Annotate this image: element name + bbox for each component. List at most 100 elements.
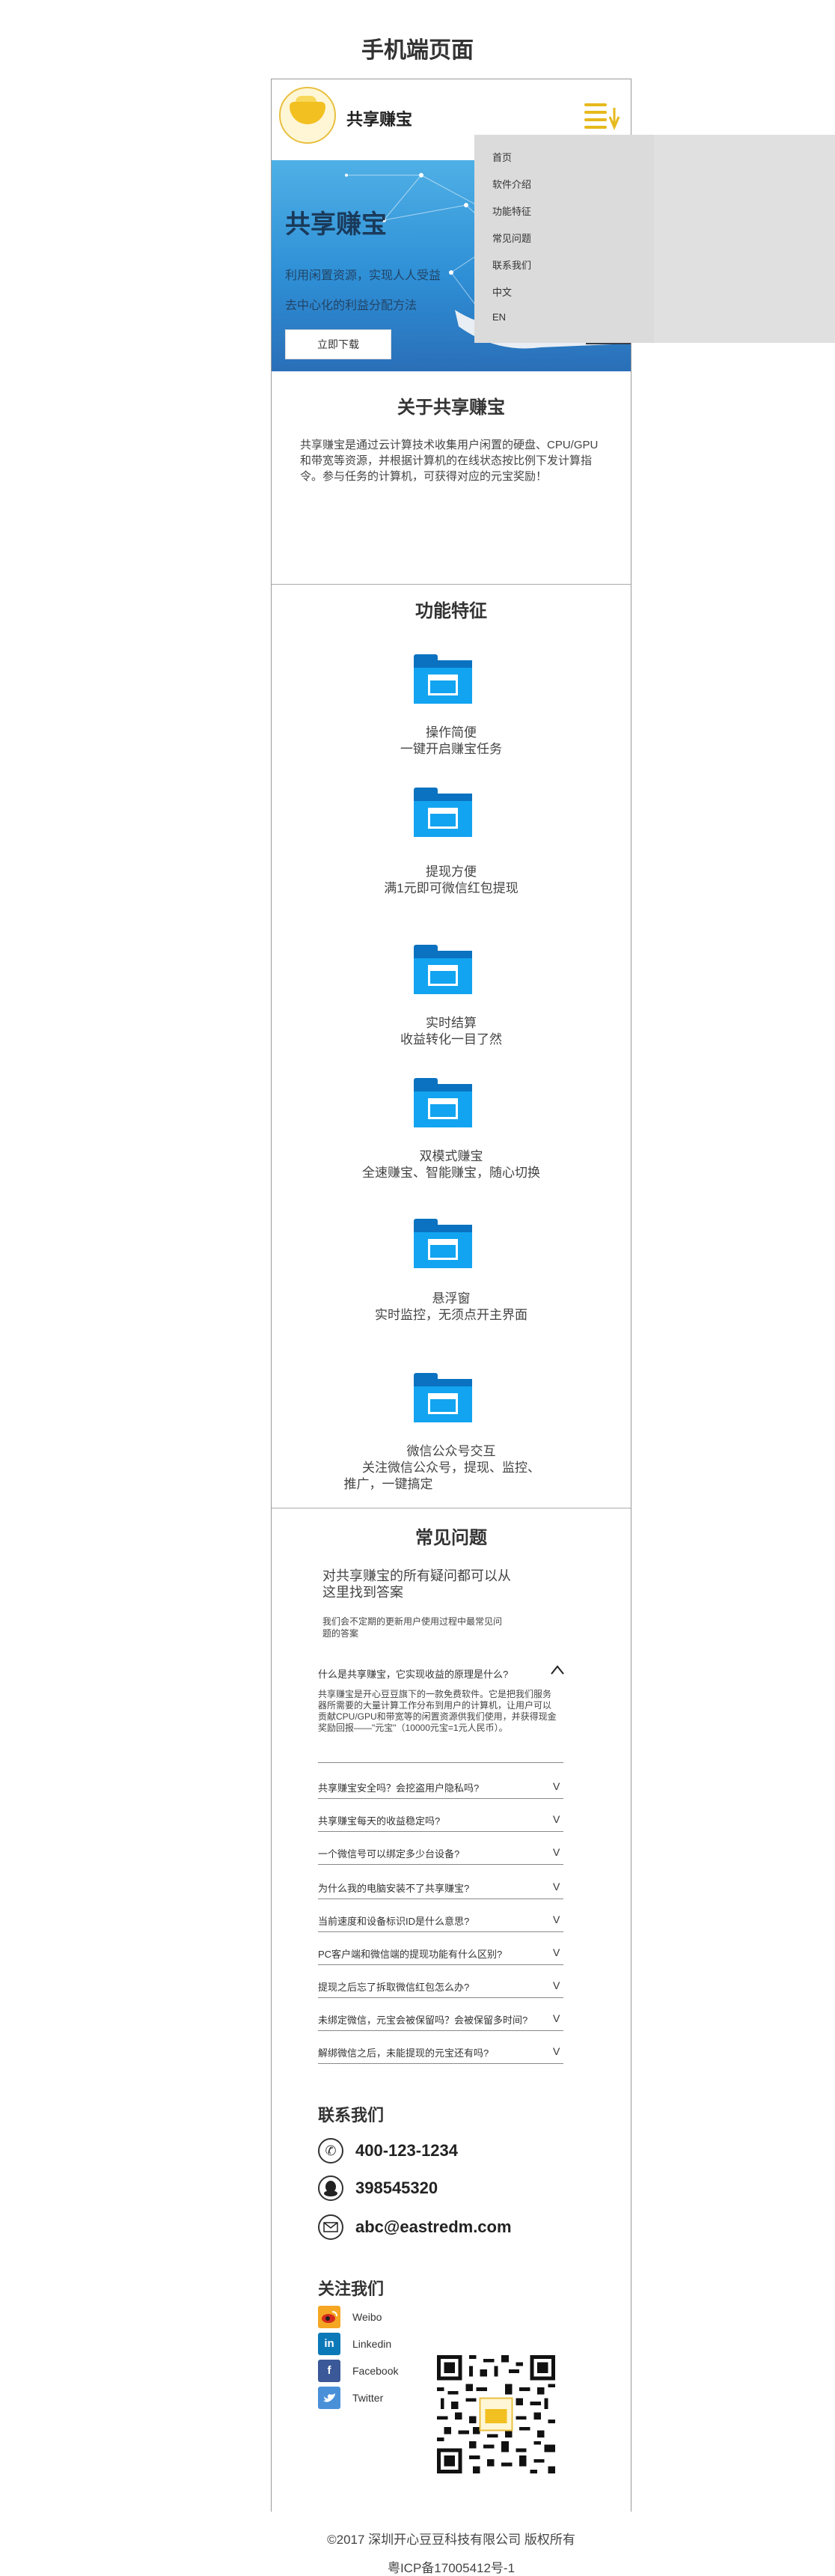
faq-question[interactable]: 共享赚宝安全吗？会挖盗用户隐私吗? — [318, 1780, 562, 1794]
folder-icon — [414, 1219, 472, 1268]
footer-icp[interactable]: 粤ICP备17005412号-1 — [272, 2557, 631, 2576]
page-title: 手机端页面 — [361, 37, 474, 64]
faq-title: 常见问题 — [415, 1527, 487, 1548]
nav-item-english[interactable]: EN — [492, 311, 506, 323]
features-title: 功能特征 — [415, 600, 487, 621]
chevron-down-icon[interactable]: V — [553, 1881, 560, 1893]
nav-item-home[interactable]: 首页 — [492, 150, 512, 164]
feature-name: 双模式赚宝 — [419, 1149, 483, 1163]
faq-question[interactable]: 提现之后忘了拆取微信红包怎么办? — [318, 1979, 562, 1994]
faq-question[interactable]: PC客户端和微信端的提现功能有什么区别? — [318, 1946, 562, 1961]
nav-dropdown-panel: 首页 软件介绍 功能特征 常见问题 联系我们 中文 EN — [474, 135, 654, 343]
chevron-down-icon[interactable]: V — [553, 1846, 560, 1858]
weibo-icon[interactable] — [318, 2306, 340, 2328]
feature-name: 提现方便 — [426, 865, 477, 879]
nav-item-intro[interactable]: 软件介绍 — [492, 177, 531, 191]
menu-icon[interactable] — [584, 103, 620, 130]
feature-desc: 推广，一键搞定 — [343, 1477, 433, 1491]
chevron-down-icon[interactable]: V — [553, 1913, 560, 1925]
faq-intro-small: 我们会不定期的更新用户使用过程中最常见问题的答案 — [322, 1616, 503, 1639]
faq-divider — [318, 1931, 563, 1932]
email-icon — [318, 2214, 343, 2240]
feature-name: 操作简便 — [426, 725, 477, 740]
faq-divider — [318, 1798, 563, 1799]
twitter-icon[interactable] — [318, 2387, 340, 2409]
feature-name: 微信公众号交互 — [406, 1444, 496, 1458]
qq-icon — [318, 2175, 343, 2201]
faq-divider — [318, 1964, 563, 1965]
faq-divider — [318, 2030, 563, 2031]
chevron-down-icon — [608, 108, 620, 130]
logo[interactable] — [279, 87, 336, 144]
contact-qq[interactable]: 398545320 — [355, 2178, 438, 2198]
feature-desc: 全速赚宝、智能赚宝，随心切换 — [362, 1166, 540, 1180]
faq-answer: 共享赚宝是开心豆豆旗下的一款免费软件。它是把我们服务器所需要的大量计算工作分布到… — [318, 1689, 557, 1733]
faq-question[interactable]: 一个微信号可以绑定多少台设备? — [318, 1846, 562, 1860]
faq-divider — [318, 1864, 563, 1865]
faq-question[interactable]: 共享赚宝每天的收益稳定吗? — [318, 1813, 562, 1827]
faq-divider — [318, 1997, 563, 1998]
faq-divider — [318, 1831, 563, 1832]
social-weibo[interactable]: Weibo — [352, 2311, 382, 2323]
brand-name: 共享赚宝 — [346, 111, 413, 130]
hero-subtitle: 去中心化的利益分配方法 — [285, 299, 418, 312]
facebook-icon[interactable]: f — [318, 2360, 340, 2382]
hero-subtitle: 利用闲置资源，实现人人受益 — [285, 270, 441, 282]
footer-copyright: ©2017 深圳开心豆豆科技有限公司 版权所有 — [327, 2533, 575, 2547]
nav-item-features[interactable]: 功能特征 — [492, 204, 531, 218]
chevron-down-icon[interactable]: V — [553, 2045, 560, 2057]
feature-name: 悬浮窗 — [432, 1291, 471, 1306]
feature-desc: 收益转化一目了然 — [400, 1032, 502, 1047]
chevron-down-icon[interactable]: V — [553, 1813, 560, 1825]
feature-desc: 一键开启赚宝任务 — [400, 742, 502, 756]
faq-question[interactable]: 解绑微信之后，未能提现的元宝还有吗? — [318, 2045, 562, 2059]
menu-bar — [584, 103, 607, 106]
faq-intro: 对共享赚宝的所有疑问都可以从这里找到答案 — [322, 1568, 511, 1600]
download-button[interactable]: 立即下载 — [285, 329, 391, 359]
about-text: 共享赚宝是通过云计算技术收集用户闲置的硬盘、CPU/GPU和带宽等资源，并根据计… — [300, 439, 599, 483]
menu-bar — [584, 111, 607, 114]
feature-desc: 关注微信公众号，提现、监控、 — [362, 1461, 540, 1475]
social-linkedin[interactable]: Linkedin — [352, 2338, 391, 2350]
social-facebook[interactable]: Facebook — [352, 2365, 398, 2377]
faq-question[interactable]: 当前速度和设备标识ID是什么意思? — [318, 1913, 562, 1928]
follow-title: 关注我们 — [318, 2280, 385, 2299]
chevron-down-icon[interactable]: V — [553, 1780, 560, 1792]
chevron-up-icon[interactable] — [550, 1664, 565, 1676]
logo-hat — [290, 102, 325, 124]
chevron-down-icon[interactable]: V — [553, 1979, 560, 1991]
about-title: 关于共享赚宝 — [397, 397, 505, 418]
folder-icon — [414, 1078, 472, 1127]
qr-code — [437, 2355, 555, 2473]
nav-item-contact[interactable]: 联系我们 — [492, 258, 531, 272]
chevron-down-icon[interactable]: V — [553, 2012, 560, 2024]
social-twitter[interactable]: Twitter — [352, 2392, 383, 2404]
feature-name: 实时结算 — [426, 1016, 477, 1030]
divider — [272, 584, 631, 585]
menu-bar — [584, 126, 607, 129]
contact-email[interactable]: abc@eastredm.com — [355, 2217, 512, 2237]
phone-frame: 共享赚宝 共享赚宝 利用闲置资源，实现人人受益 去中心化的利益分配方法 立即下载… — [271, 79, 631, 2575]
nav-item-faq[interactable]: 常见问题 — [492, 231, 531, 245]
feature-desc: 实时监控，无须点开主界面 — [375, 1308, 527, 1322]
faq-divider — [318, 1762, 563, 1763]
contact-title: 联系我们 — [318, 2107, 385, 2125]
feature-desc: 满1元即可微信红包提现 — [384, 881, 519, 895]
nav-dropdown: 首页 软件介绍 功能特征 常见问题 联系我们 中文 EN — [474, 135, 835, 343]
faq-question[interactable]: 为什么我的电脑安装不了共享赚宝? — [318, 1881, 562, 1895]
linkedin-icon[interactable]: in — [318, 2333, 340, 2355]
faq-divider — [318, 2063, 563, 2064]
nav-item-chinese[interactable]: 中文 — [492, 284, 512, 299]
folder-icon — [414, 1373, 472, 1422]
phone-icon: ✆ — [318, 2138, 343, 2164]
folder-icon — [414, 654, 472, 704]
faq-divider — [318, 1898, 563, 1899]
chevron-down-icon[interactable]: V — [553, 1946, 560, 1958]
faq-question[interactable]: 未绑定微信，元宝会被保留吗？会被保留多时间? — [318, 2012, 562, 2027]
folder-icon — [414, 945, 472, 994]
hero-title: 共享赚宝 — [285, 210, 387, 240]
menu-bar — [584, 118, 607, 121]
folder-icon — [414, 788, 472, 837]
faq-question-open[interactable]: 什么是共享赚宝，它实现收益的原理是什么? — [318, 1666, 562, 1681]
contact-phone[interactable]: 400-123-1234 — [355, 2141, 458, 2161]
